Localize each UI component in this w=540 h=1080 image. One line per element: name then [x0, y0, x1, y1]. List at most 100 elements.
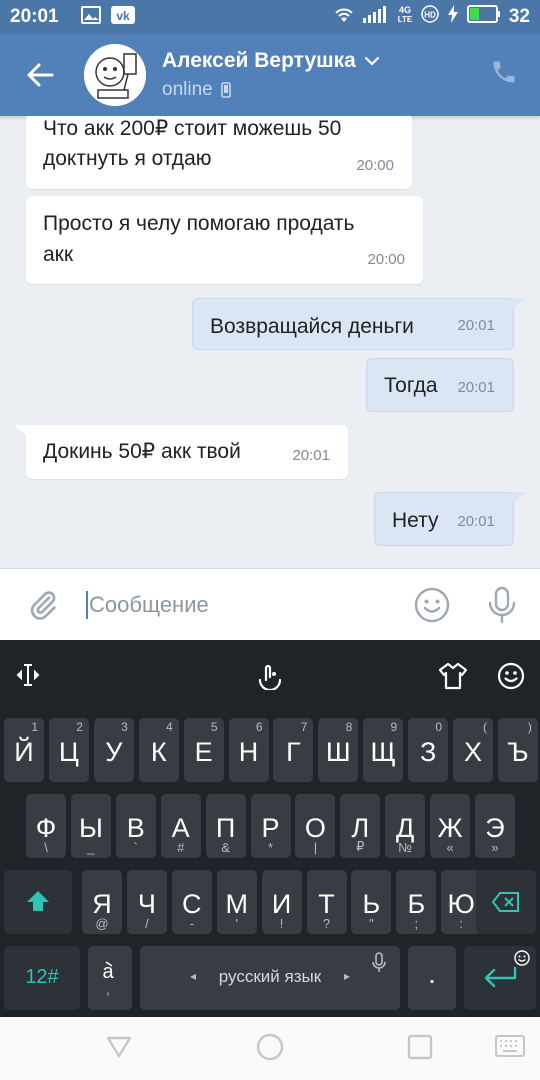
key-д[interactable]: Д № — [385, 794, 426, 858]
numbers-key[interactable]: 12# — [4, 946, 80, 1010]
phone-icon — [493, 61, 515, 83]
gesture-icon[interactable] — [256, 662, 284, 695]
message-composer: Сообщение — [0, 568, 540, 640]
nav-back-icon[interactable] — [105, 1035, 133, 1064]
key-н[interactable]: Н6 — [228, 718, 269, 782]
text-cursor — [86, 590, 88, 619]
key-в[interactable]: В ` — [115, 794, 156, 858]
key-secondary-label: ( — [483, 720, 487, 734]
key-г[interactable]: Г7 — [273, 718, 314, 782]
key-ц[interactable]: Ц2 — [48, 718, 89, 782]
key-ъ[interactable]: Ъ) — [497, 718, 538, 782]
voice-button[interactable] — [464, 586, 540, 624]
key-з[interactable]: З0 — [408, 718, 449, 782]
key-ь[interactable]: Ь " — [351, 870, 392, 934]
key-secondary-label: _ — [87, 840, 95, 855]
key-secondary-label: 5 — [210, 720, 218, 734]
key-secondary-label: ` — [133, 840, 138, 855]
message-time: 20:01 — [457, 317, 495, 334]
mobile-icon — [220, 82, 231, 98]
back-button[interactable] — [0, 34, 80, 116]
vk-notification-icon: vk — [110, 5, 135, 29]
message-outgoing[interactable]: Возвращайся деньги 20:01 — [192, 298, 525, 350]
shift-key[interactable] — [4, 870, 72, 934]
key-э[interactable]: Э» — [475, 794, 515, 858]
key-й[interactable]: Й1 — [4, 718, 44, 782]
period-key[interactable]: . — [408, 946, 456, 1010]
message-time: 20:01 — [457, 379, 495, 396]
key-secondary-label: - — [189, 916, 194, 931]
key-label: Щ — [370, 737, 396, 767]
wifi-icon — [333, 5, 355, 29]
status-bar: 20:01 vk 4G LTE HD 32 — [0, 0, 540, 34]
theme-shirt-icon[interactable] — [438, 662, 468, 695]
language-icon: a, — [102, 961, 114, 997]
call-button[interactable] — [490, 58, 518, 91]
smile-icon — [414, 587, 450, 622]
key-с[interactable]: С- — [171, 870, 212, 934]
key-secondary-label: ) — [527, 720, 532, 734]
key-label: Ш — [325, 737, 351, 767]
key-ж[interactable]: Ж « — [430, 794, 471, 858]
key-ч[interactable]: Ч / — [126, 870, 167, 934]
message-incoming[interactable]: Докинь 50₽ акк твой 20:01 — [14, 425, 348, 479]
key-я[interactable]: Я @ — [82, 870, 122, 934]
message-text: Что акк 200₽ стоит можешь 50 — [43, 117, 342, 140]
chat-header: Алексей Вертушка online — [0, 34, 540, 116]
key-л[interactable]: Л ₽ — [340, 794, 381, 858]
cursor-move-icon[interactable] — [16, 662, 40, 693]
message-text: акк — [43, 243, 74, 266]
key-ы[interactable]: Ы _ — [70, 794, 111, 858]
message-incoming[interactable]: Что акк 200₽ стоит можешь 50 доктнуть я … — [26, 116, 412, 189]
key-б[interactable]: Б; — [396, 870, 437, 934]
key-п[interactable]: П & — [205, 794, 246, 858]
key-м[interactable]: М ' — [216, 870, 257, 934]
key-secondary-label: 6 — [255, 720, 263, 734]
emoji-keyboard-icon[interactable] — [497, 662, 525, 695]
emoji-button[interactable] — [400, 587, 464, 623]
chevron-down-icon — [364, 56, 379, 66]
language-switch-key[interactable]: a, — [88, 946, 132, 1010]
key-ш[interactable]: Ш8 — [318, 718, 359, 782]
enter-key[interactable] — [464, 946, 536, 1010]
contact-info[interactable]: Алексей Вертушка online — [162, 49, 380, 101]
key-а[interactable]: А # — [160, 794, 201, 858]
nav-keyboard-icon[interactable] — [495, 1035, 525, 1064]
lte-icon: 4G LTE — [397, 4, 413, 30]
key-label: Й — [14, 737, 34, 767]
key-label: У — [105, 737, 123, 767]
key-о[interactable]: О | — [295, 794, 336, 858]
message-outgoing[interactable]: Нету 20:01 — [374, 492, 525, 546]
key-и[interactable]: И! — [261, 870, 302, 934]
attach-button[interactable] — [0, 588, 86, 622]
svg-text:LTE: LTE — [398, 15, 413, 24]
nav-recents-icon[interactable] — [407, 1034, 433, 1065]
key-secondary-label: " — [369, 916, 374, 931]
key-ф[interactable]: Ф \ — [26, 794, 66, 858]
period-key-label: . — [428, 958, 436, 989]
key-к[interactable]: К4 — [138, 718, 179, 782]
key-щ[interactable]: Щ9 — [363, 718, 404, 782]
message-incoming[interactable]: Просто я челу помогаю продать акк 20:00 — [26, 196, 423, 284]
avatar[interactable] — [84, 44, 146, 106]
backspace-key[interactable] — [476, 870, 536, 934]
message-outgoing[interactable]: Тогда 20:01 — [366, 358, 514, 412]
key-secondary-label: 9 — [390, 720, 398, 734]
message-list[interactable]: Что акк 200₽ стоит можешь 50 доктнуть я … — [0, 116, 540, 568]
message-input[interactable]: Сообщение — [86, 590, 400, 619]
hd-icon: HD — [421, 5, 439, 29]
message-text: Докинь 50₽ акк твой — [43, 440, 241, 463]
keyboard-toolbar — [0, 640, 540, 712]
battery-icon — [466, 5, 501, 29]
key-у[interactable]: У3 — [93, 718, 134, 782]
emoji-small-icon — [514, 950, 530, 966]
space-key[interactable]: ◂ ▸ русский язык — [140, 946, 400, 1010]
key-х[interactable]: Х( — [453, 718, 493, 782]
key-р[interactable]: Р * — [250, 794, 291, 858]
key-secondary-label: ' — [235, 916, 238, 931]
nav-home-icon[interactable] — [256, 1033, 284, 1066]
key-т[interactable]: Т? — [306, 870, 347, 934]
key-е[interactable]: Е5 — [183, 718, 224, 782]
key-secondary-label: * — [267, 840, 274, 855]
battery-level: 32 — [508, 6, 530, 27]
